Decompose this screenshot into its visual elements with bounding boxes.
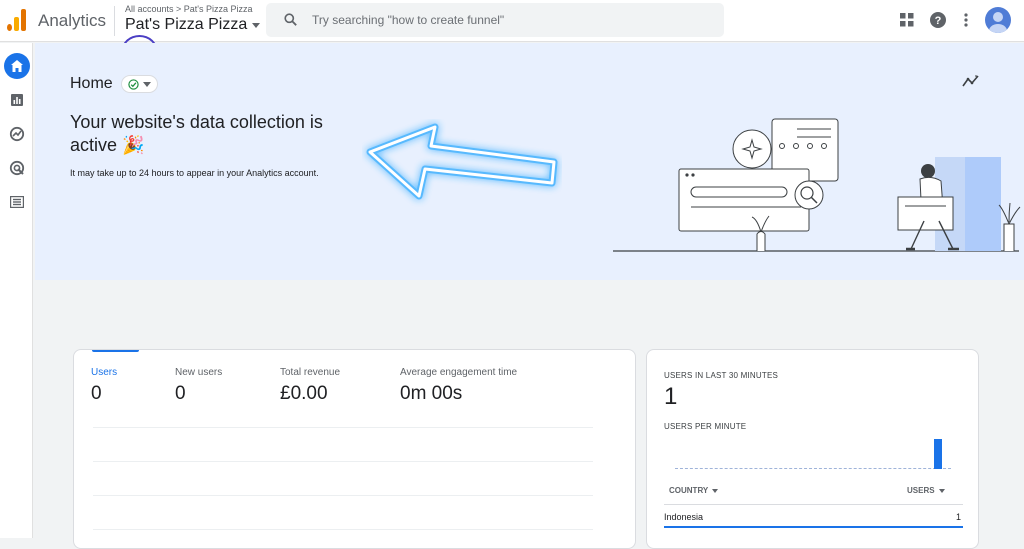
users-per-minute-label: USERS PER MINUTE — [664, 422, 747, 431]
apps-icon[interactable] — [898, 11, 916, 29]
metric-value: 0 — [91, 383, 102, 404]
banner-subtext: It may take up to 24 hours to appear in … — [70, 168, 319, 178]
row-share-bar — [664, 526, 963, 528]
app-name: Analytics — [38, 11, 107, 30]
reports-icon[interactable] — [4, 87, 30, 113]
property-name: Pat's Pizza Pizza — [125, 16, 248, 33]
country-column-header[interactable]: COUNTRY — [669, 486, 719, 495]
welcome-banner: Home Your website's data collection is a… — [35, 43, 1024, 280]
overview-metrics-card: Users 0 New users 0 Total revenue £0.00 … — [73, 349, 636, 549]
metric-tab-new-users[interactable]: New users 0 — [175, 367, 222, 405]
check-circle-icon — [128, 78, 139, 90]
realtime-title: USERS IN LAST 30 MINUTES — [664, 371, 779, 380]
insights-icon[interactable] — [962, 74, 980, 88]
help-icon[interactable]: ? — [929, 11, 947, 29]
account-breadcrumb[interactable]: All accounts > Pat's Pizza Pizza — [125, 4, 253, 14]
analytics-logo-icon[interactable] — [7, 7, 27, 31]
banner-headline: Your website's data collection is active… — [70, 112, 323, 155]
top-app-bar: Analytics All accounts > Pat's Pizza Piz… — [0, 0, 1024, 42]
svg-text:?: ? — [935, 15, 942, 27]
table-row[interactable]: Indonesia 1 — [664, 508, 963, 526]
realtime-users-value: 1 — [664, 383, 678, 410]
search-bar[interactable] — [266, 3, 724, 37]
chart-gridline — [93, 427, 593, 428]
search-icon — [284, 13, 297, 26]
advertising-icon[interactable] — [4, 155, 30, 181]
account-avatar[interactable] — [985, 7, 1011, 33]
home-icon[interactable] — [4, 53, 30, 79]
chart-gridline — [93, 461, 593, 462]
country-cell: Indonesia — [664, 512, 704, 522]
metric-label: Users — [91, 367, 118, 378]
realtime-card: USERS IN LAST 30 MINUTES 1 USERS PER MIN… — [646, 349, 979, 549]
users-column-header[interactable]: USERS — [907, 486, 945, 495]
divider — [114, 6, 115, 36]
explore-icon[interactable] — [4, 121, 30, 147]
page-title: Home — [70, 75, 158, 93]
chevron-down-icon — [142, 81, 151, 87]
users-cell: 1 — [955, 512, 961, 522]
annotation-arrow-icon — [366, 123, 558, 200]
metric-label: Average engagement time — [400, 367, 518, 378]
chevron-down-icon — [252, 22, 261, 28]
configure-icon[interactable] — [4, 189, 30, 215]
per-minute-chart-baseline — [675, 468, 951, 469]
search-input[interactable] — [312, 9, 712, 31]
column-header-label: USERS — [907, 486, 935, 495]
chart-gridline — [93, 495, 593, 496]
per-minute-bar — [934, 439, 942, 469]
chevron-down-icon — [712, 488, 719, 493]
active-tab-indicator — [92, 350, 139, 352]
data-status-chip[interactable] — [120, 75, 158, 93]
column-header-label: COUNTRY — [669, 486, 709, 495]
chevron-down-icon — [938, 488, 945, 493]
metric-value: £0.00 — [280, 383, 328, 404]
page-title-text: Home — [70, 75, 113, 92]
metric-tab-users[interactable]: Users 0 — [91, 367, 117, 405]
more-vert-icon[interactable] — [957, 11, 975, 29]
property-selector[interactable]: Pat's Pizza Pizza — [125, 16, 261, 34]
metric-tab-avg-engagement[interactable]: Average engagement time 0m 00s — [400, 367, 517, 405]
metric-value: 0 — [175, 383, 186, 404]
metric-label: Total revenue — [280, 367, 341, 378]
chart-gridline — [93, 529, 593, 530]
side-nav — [0, 43, 33, 538]
table-divider — [664, 504, 963, 505]
metric-tab-total-revenue[interactable]: Total revenue £0.00 — [280, 367, 340, 405]
data-collection-illustration — [613, 118, 1021, 252]
metric-value: 0m 00s — [400, 383, 463, 404]
metric-label: New users — [175, 367, 223, 378]
